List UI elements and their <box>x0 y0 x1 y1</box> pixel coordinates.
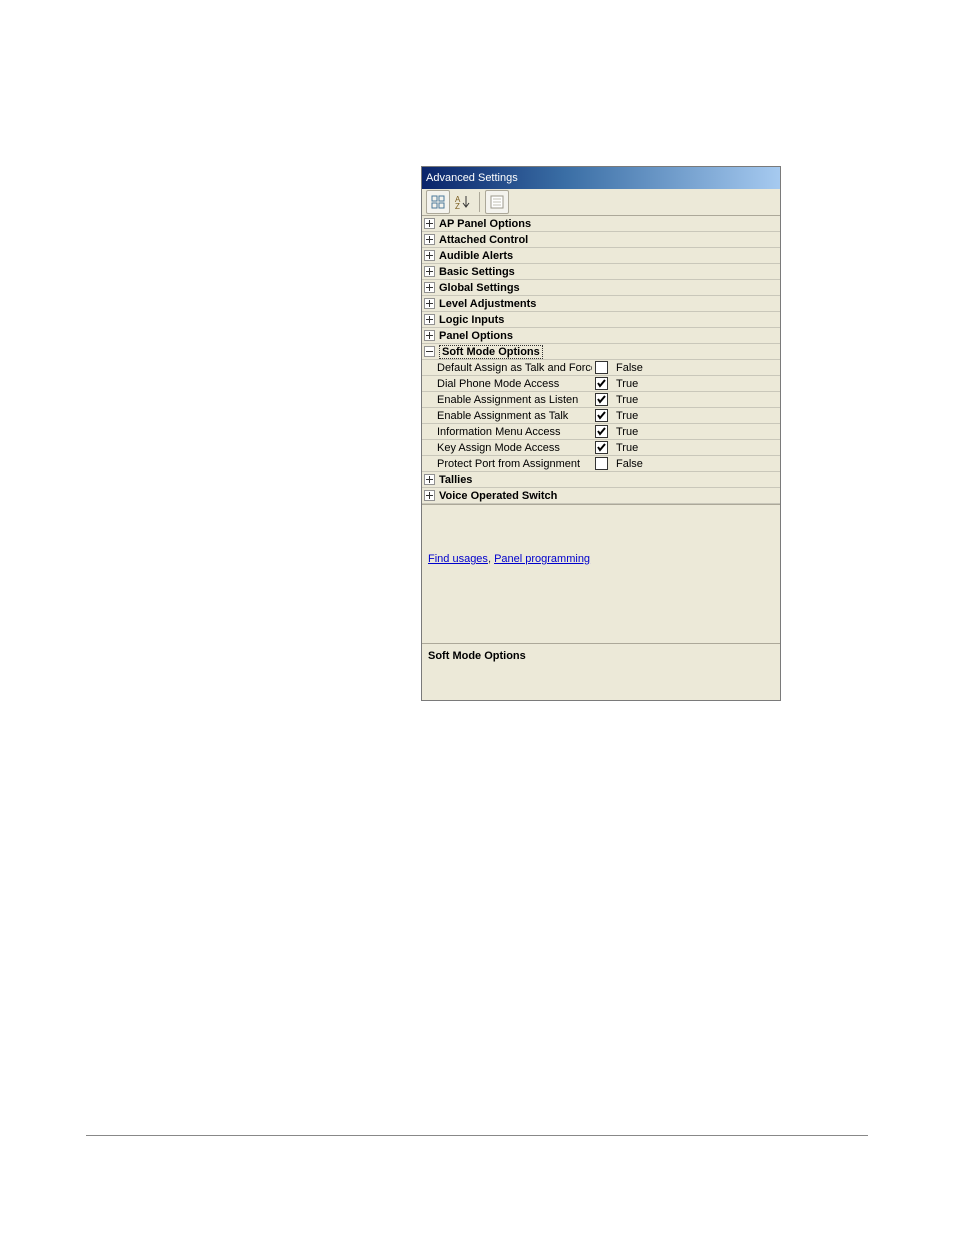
expand-icon[interactable] <box>424 282 435 293</box>
sort-az-icon: A Z <box>455 194 471 210</box>
category-logic-inputs[interactable]: Logic Inputs <box>422 312 780 328</box>
category-label: Soft Mode Options <box>439 345 543 359</box>
expand-icon[interactable] <box>424 490 435 501</box>
expand-icon[interactable] <box>424 474 435 485</box>
category-label: Attached Control <box>439 234 528 246</box>
prop-name: Enable Assignment as Listen <box>437 394 592 406</box>
prop-name: Protect Port from Assignment <box>437 458 592 470</box>
category-label: Tallies <box>439 474 472 486</box>
prop-value[interactable]: True <box>610 410 780 422</box>
category-soft-mode-options[interactable]: Soft Mode Options <box>422 344 780 360</box>
property-pages-icon <box>490 195 504 209</box>
prop-value[interactable]: True <box>610 378 780 390</box>
description-area: Soft Mode Options <box>422 643 780 700</box>
category-ap-panel-options[interactable]: AP Panel Options <box>422 216 780 232</box>
svg-text:Z: Z <box>455 202 460 210</box>
expand-icon[interactable] <box>424 314 435 325</box>
category-global-settings[interactable]: Global Settings <box>422 280 780 296</box>
prop-enable-assignment-talk[interactable]: Enable Assignment as Talk True <box>422 408 780 424</box>
window-title: Advanced Settings <box>426 172 518 184</box>
prop-name: Key Assign Mode Access <box>437 442 592 454</box>
expand-icon[interactable] <box>424 218 435 229</box>
checkbox[interactable] <box>595 425 608 438</box>
category-label: Voice Operated Switch <box>439 490 557 502</box>
checkbox[interactable] <box>595 361 608 374</box>
titlebar: Advanced Settings <box>422 167 780 189</box>
category-level-adjustments[interactable]: Level Adjustments <box>422 296 780 312</box>
property-pages-button[interactable] <box>485 190 509 214</box>
page-footer-rule <box>86 1135 868 1136</box>
prop-name: Dial Phone Mode Access <box>437 378 592 390</box>
category-label: Panel Options <box>439 330 513 342</box>
categorized-button[interactable] <box>426 190 450 214</box>
prop-value[interactable]: True <box>610 442 780 454</box>
prop-name: Default Assign as Talk and Force <box>437 362 592 374</box>
checkbox[interactable] <box>595 377 608 390</box>
category-label: Basic Settings <box>439 266 515 278</box>
property-grid[interactable]: AP Panel Options Attached Control Audibl… <box>422 216 780 504</box>
checkbox[interactable] <box>595 393 608 406</box>
expand-icon[interactable] <box>424 250 435 261</box>
links-area: Find usages, Panel programming <box>422 504 780 643</box>
prop-information-menu-access[interactable]: Information Menu Access True <box>422 424 780 440</box>
category-label: Global Settings <box>439 282 520 294</box>
category-label: Logic Inputs <box>439 314 504 326</box>
prop-dial-phone-mode-access[interactable]: Dial Phone Mode Access True <box>422 376 780 392</box>
find-usages-link[interactable]: Find usages <box>428 553 488 565</box>
collapse-icon[interactable] <box>424 346 435 357</box>
prop-value[interactable]: True <box>610 426 780 438</box>
prop-name: Information Menu Access <box>437 426 592 438</box>
categorized-icon <box>431 195 445 209</box>
panel-programming-link[interactable]: Panel programming <box>494 553 590 565</box>
expand-icon[interactable] <box>424 330 435 341</box>
category-audible-alerts[interactable]: Audible Alerts <box>422 248 780 264</box>
expand-icon[interactable] <box>424 298 435 309</box>
prop-default-assign-talk-force[interactable]: Default Assign as Talk and Force False <box>422 360 780 376</box>
category-tallies[interactable]: Tallies <box>422 472 780 488</box>
prop-name: Enable Assignment as Talk <box>437 410 592 422</box>
expand-icon[interactable] <box>424 234 435 245</box>
toolbar: A Z <box>422 189 780 216</box>
checkbox[interactable] <box>595 441 608 454</box>
category-label: AP Panel Options <box>439 218 531 230</box>
prop-value[interactable]: False <box>610 362 780 374</box>
toolbar-separator <box>479 192 480 212</box>
prop-key-assign-mode-access[interactable]: Key Assign Mode Access True <box>422 440 780 456</box>
category-label: Level Adjustments <box>439 298 536 310</box>
prop-value[interactable]: True <box>610 394 780 406</box>
category-panel-options[interactable]: Panel Options <box>422 328 780 344</box>
prop-enable-assignment-listen[interactable]: Enable Assignment as Listen True <box>422 392 780 408</box>
checkbox[interactable] <box>595 457 608 470</box>
expand-icon[interactable] <box>424 266 435 277</box>
alphabetical-button[interactable]: A Z <box>452 191 474 213</box>
checkbox[interactable] <box>595 409 608 422</box>
category-basic-settings[interactable]: Basic Settings <box>422 264 780 280</box>
description-title: Soft Mode Options <box>428 650 774 662</box>
advanced-settings-panel: Advanced Settings A Z <box>421 166 781 701</box>
prop-value[interactable]: False <box>610 458 780 470</box>
category-voice-operated-switch[interactable]: Voice Operated Switch <box>422 488 780 504</box>
prop-protect-port-from-assignment[interactable]: Protect Port from Assignment False <box>422 456 780 472</box>
category-attached-control[interactable]: Attached Control <box>422 232 780 248</box>
category-label: Audible Alerts <box>439 250 513 262</box>
